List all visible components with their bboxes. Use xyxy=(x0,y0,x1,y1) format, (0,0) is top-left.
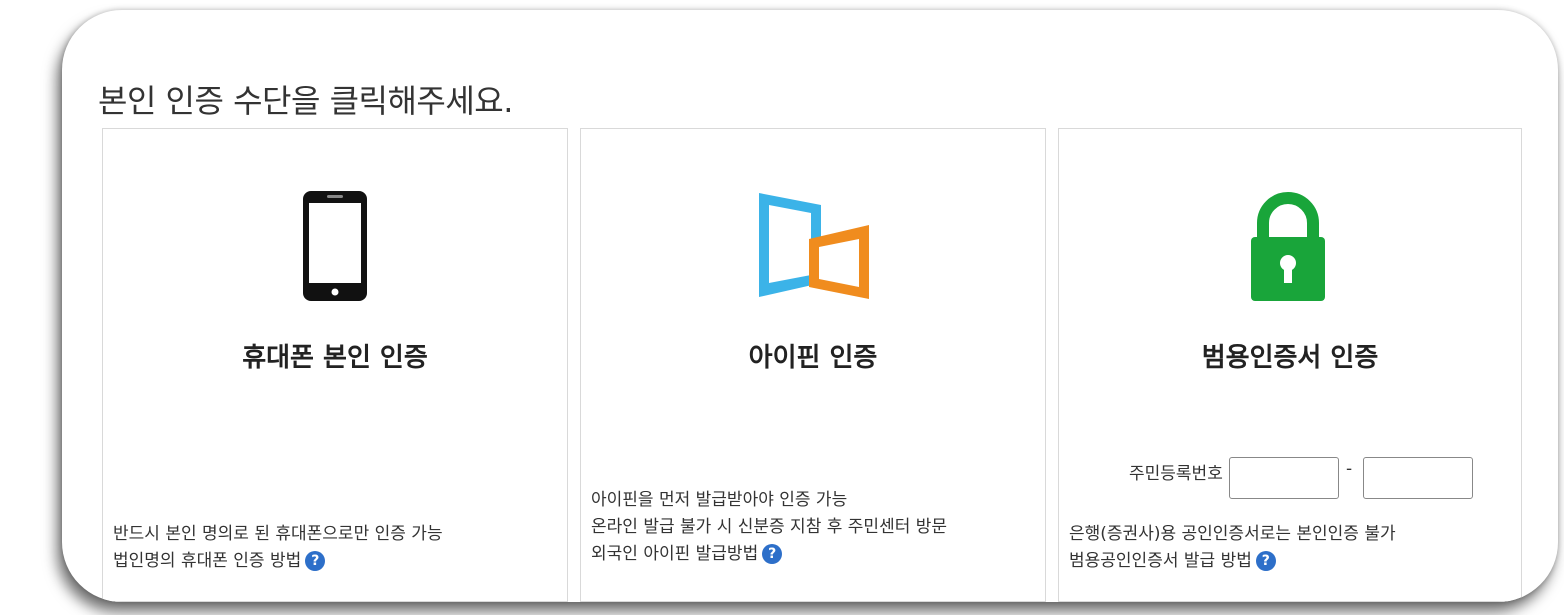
foreigner-ipin-help-link[interactable]: 외국인 아이핀 발급방법? xyxy=(591,541,1037,568)
lock-icon xyxy=(1251,192,1325,301)
smartphone-icon xyxy=(303,191,367,301)
ipin-icon xyxy=(759,193,869,299)
phone-auth-title: 휴대폰 본인 인증 xyxy=(242,343,428,373)
help-icon[interactable]: ? xyxy=(762,544,783,564)
corporate-phone-help-link[interactable]: 법인명의 휴대폰 인증 방법? xyxy=(113,548,559,575)
rrn-back-input[interactable] xyxy=(1363,457,1473,499)
ipin-auth-description: 아이핀을 먼저 발급받아야 인증 가능 온라인 발급 불가 시 신분증 지참 후… xyxy=(591,487,1037,568)
help-icon[interactable]: ? xyxy=(1255,551,1276,571)
ipin-note-1: 아이핀을 먼저 발급받아야 인증 가능 xyxy=(591,490,848,510)
certificate-issue-help-link[interactable]: 범용공인인증서 발급 방법? xyxy=(1069,548,1513,575)
certificate-auth-title: 범용인증서 인증 xyxy=(1201,343,1379,373)
ipin-auth-title: 아이핀 인증 xyxy=(748,343,878,373)
certificate-note: 은행(증권사)용 공인인증서로는 본인인증 불가 xyxy=(1069,524,1396,544)
certificate-auth-card[interactable]: 범용인증서 인증 주민등록번호 - 은행(증권사)용 공인인증서로는 본인인증 … xyxy=(1058,128,1522,602)
rrn-label: 주민등록번호 xyxy=(1129,464,1223,484)
auth-panel: 본인 인증 수단을 클릭해주세요. 휴대폰 본인 인증 반드시 본인 명의로 된… xyxy=(62,10,1558,602)
phone-auth-description: 반드시 본인 명의로 된 휴대폰으로만 인증 가능 법인명의 휴대폰 인증 방법… xyxy=(113,521,559,575)
certificate-auth-description: 은행(증권사)용 공인인증서로는 본인인증 불가 범용공인인증서 발급 방법? xyxy=(1069,521,1513,575)
page-heading: 본인 인증 수단을 클릭해주세요. xyxy=(98,82,513,120)
rrn-front-input[interactable] xyxy=(1229,457,1339,499)
phone-auth-note: 반드시 본인 명의로 된 휴대폰으로만 인증 가능 xyxy=(113,524,443,544)
phone-auth-card[interactable]: 휴대폰 본인 인증 반드시 본인 명의로 된 휴대폰으로만 인증 가능 법인명의… xyxy=(102,128,568,602)
ipin-auth-card[interactable]: 아이핀 인증 아이핀을 먼저 발급받아야 인증 가능 온라인 발급 불가 시 신… xyxy=(580,128,1046,602)
help-icon[interactable]: ? xyxy=(305,551,326,571)
ipin-note-2: 온라인 발급 불가 시 신분증 지참 후 주민센터 방문 xyxy=(591,517,948,537)
rrn-dash: - xyxy=(1346,459,1353,479)
